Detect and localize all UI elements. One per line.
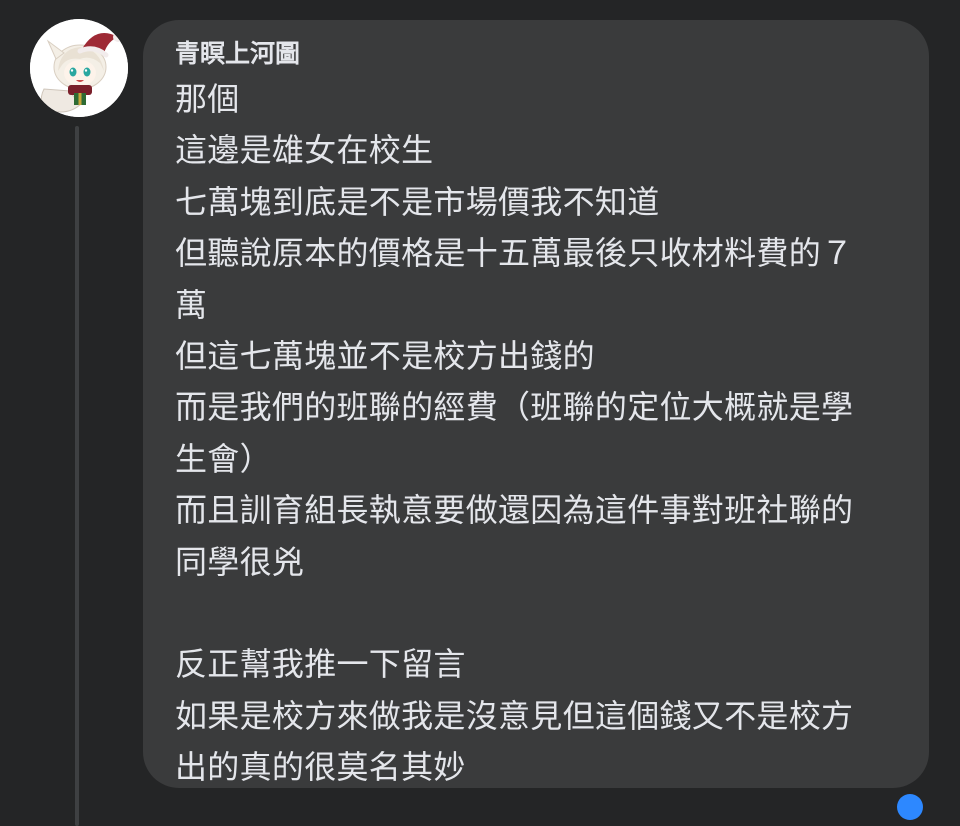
comment-line: 這邊是雄女在校生 xyxy=(175,131,434,170)
comment-body: 那個 這邊是雄女在校生 七萬塊到底是不是市場價我不知道 但聽說原本的價格是十五萬… xyxy=(175,74,909,793)
comment-line: 但這七萬塊並不是校方出錢的 xyxy=(175,336,595,375)
anime-avatar-icon xyxy=(30,19,128,117)
comment-line: 生會） xyxy=(175,439,272,478)
comment-line: 而是我們的班聯的經費（班聯的定位大概就是學 xyxy=(175,388,854,427)
reaction-icon[interactable] xyxy=(897,794,923,820)
comment-line: 同學很兇 xyxy=(175,542,305,581)
comment-line: 那個 xyxy=(175,80,240,118)
comment-line: 反正幫我推一下留言 xyxy=(175,645,466,684)
comment-blank-line xyxy=(175,588,909,639)
comment-bubble: 青瞑上河圖 那個 這邊是雄女在校生 七萬塊到底是不是市場價我不知道 但聽說原本的… xyxy=(143,20,929,788)
comment-line: 七萬塊到底是不是市場價我不知道 xyxy=(175,182,660,221)
comment-line: 如果是校方來做我是沒意見但這個錢又不是校方 xyxy=(175,696,854,735)
comment-line: 出的真的很莫名其妙 xyxy=(175,748,466,787)
comment-line: 而且訓育組長執意要做還因為這件事對班社聯的 xyxy=(175,491,854,530)
comment-author-name[interactable]: 青瞑上河圖 xyxy=(175,38,909,70)
comment-line: 萬 xyxy=(175,285,208,324)
comment-line: 但聽說原本的價格是十五萬最後只收材料費的７ xyxy=(175,234,854,273)
avatar[interactable] xyxy=(30,19,128,117)
reply-thread-line xyxy=(75,126,79,826)
